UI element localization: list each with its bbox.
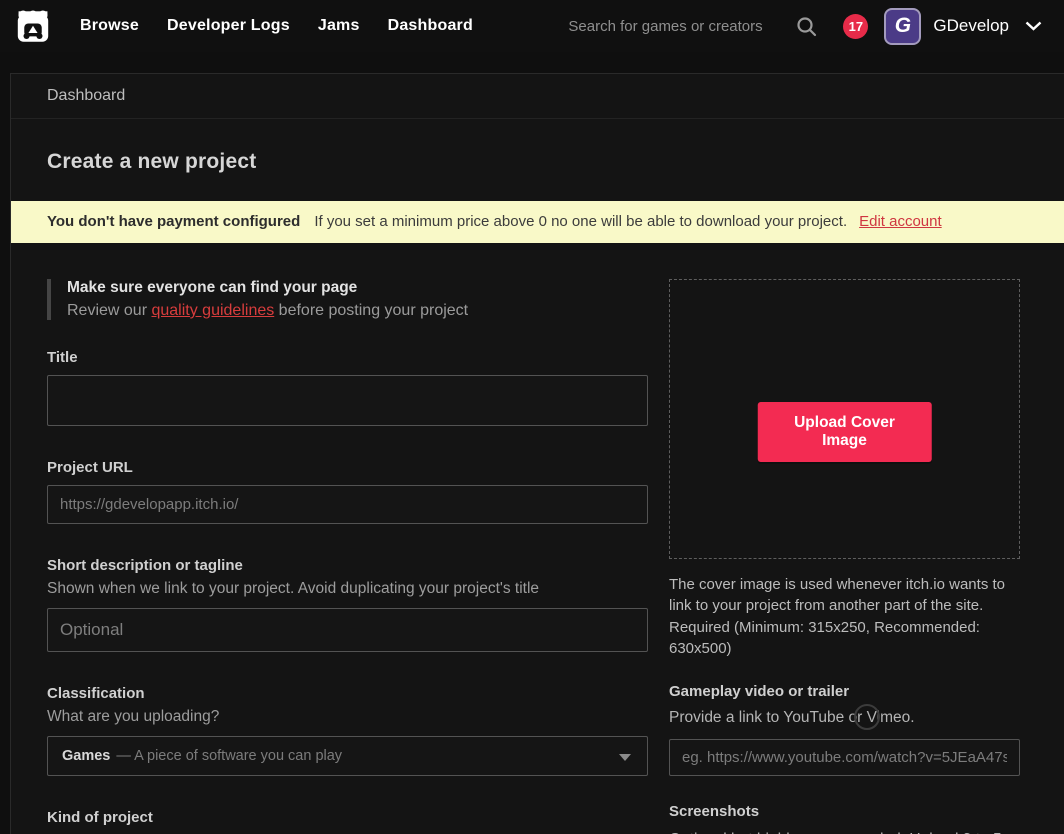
- page-header: Create a new project: [11, 119, 1064, 201]
- title-input[interactable]: [47, 375, 648, 426]
- title-label: Title: [47, 349, 648, 366]
- classification-selected-value: Games: [62, 748, 110, 764]
- nav-item-dashboard[interactable]: Dashboard: [388, 17, 473, 35]
- nav-links: Browse Developer Logs Jams Dashboard: [80, 17, 473, 35]
- itchio-logo[interactable]: [14, 7, 54, 45]
- gameplay-video-help: Provide a link to YouTube or Vimeo.: [669, 709, 1020, 727]
- user-menu-name[interactable]: GDevelop: [933, 16, 1009, 36]
- banner-bold-text: You don't have payment configured: [47, 213, 300, 230]
- notice-post-text: before posting your project: [274, 302, 468, 319]
- title-group: Title: [47, 349, 648, 426]
- dropdown-arrow-icon: [619, 754, 631, 761]
- upload-cover-image-button[interactable]: Upload Cover Image: [757, 402, 932, 462]
- form-content: Make sure everyone can find your page Re…: [11, 243, 1064, 834]
- screenshots-help: Optional but highly recommended. Upload …: [669, 829, 1020, 834]
- notice-subtitle: Review our quality guidelines before pos…: [67, 302, 648, 320]
- quality-guidelines-link[interactable]: quality guidelines: [151, 302, 274, 319]
- cover-image-dropzone: Upload Cover Image: [669, 279, 1020, 559]
- search-input[interactable]: [568, 18, 796, 35]
- notice-pre-text: Review our: [67, 302, 151, 319]
- short-description-help: Shown when we link to your project. Avoi…: [47, 580, 648, 598]
- short-description-input[interactable]: [47, 608, 648, 652]
- banner-text: If you set a minimum price above 0 no on…: [314, 213, 847, 230]
- cover-image-description: The cover image is used whenever itch.io…: [669, 574, 1020, 659]
- screenshots-section: Screenshots Optional but highly recommen…: [669, 803, 1020, 834]
- notice-title: Make sure everyone can find your page: [67, 279, 648, 297]
- top-nav: Browse Developer Logs Jams Dashboard 17 …: [0, 0, 1064, 52]
- classification-selected-desc: — A piece of software you can play: [116, 748, 342, 764]
- short-description-label: Short description or tagline: [47, 557, 648, 574]
- payment-warning-banner: You don't have payment configured If you …: [11, 201, 1064, 243]
- form-left-column: Make sure everyone can find your page Re…: [47, 279, 648, 834]
- loading-circle-icon: [854, 704, 880, 730]
- classification-help: What are you uploading?: [47, 708, 648, 726]
- project-url-group: Project URL: [47, 459, 648, 524]
- itchio-logo-icon: [14, 9, 52, 44]
- breadcrumb-dashboard-link[interactable]: Dashboard: [47, 87, 125, 105]
- form-right-column: Upload Cover Image The cover image is us…: [669, 279, 1020, 834]
- nav-item-jams[interactable]: Jams: [318, 17, 360, 35]
- quality-notice: Make sure everyone can find your page Re…: [47, 279, 648, 320]
- nav-item-browse[interactable]: Browse: [80, 17, 139, 35]
- short-description-group: Short description or tagline Shown when …: [47, 557, 648, 652]
- edit-account-link[interactable]: Edit account: [859, 213, 942, 230]
- notification-badge[interactable]: 17: [843, 14, 868, 39]
- classification-select[interactable]: Games — A piece of software you can play: [47, 736, 648, 776]
- kind-of-project-label: Kind of project: [47, 809, 648, 826]
- search-icon[interactable]: [796, 16, 817, 37]
- breadcrumb: Dashboard: [11, 74, 1064, 119]
- gameplay-video-input[interactable]: [669, 739, 1020, 776]
- avatar[interactable]: G: [884, 8, 921, 45]
- page-container: Dashboard Create a new project You don't…: [10, 73, 1064, 834]
- classification-label: Classification: [47, 685, 648, 702]
- project-url-input[interactable]: [47, 485, 648, 524]
- nav-item-developer-logs[interactable]: Developer Logs: [167, 17, 290, 35]
- gameplay-video-label: Gameplay video or trailer: [669, 683, 1020, 700]
- screenshots-label: Screenshots: [669, 803, 1020, 820]
- page-title: Create a new project: [47, 150, 1064, 174]
- chevron-down-icon[interactable]: [1025, 21, 1042, 31]
- kind-of-project-group: Kind of project: [47, 809, 648, 826]
- project-url-label: Project URL: [47, 459, 648, 476]
- classification-group: Classification What are you uploading? G…: [47, 685, 648, 776]
